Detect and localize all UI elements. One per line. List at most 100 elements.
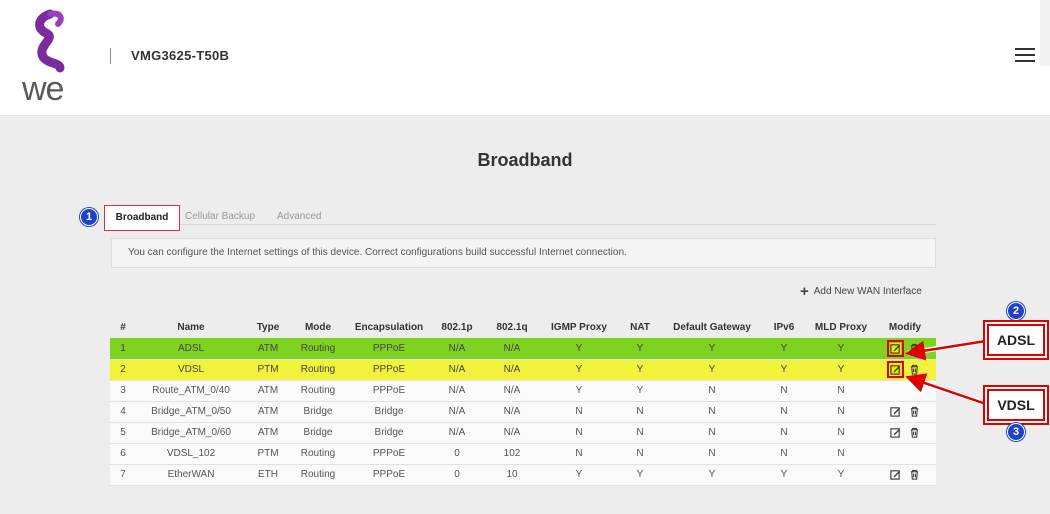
cell-name: VDSL: [136, 359, 246, 381]
col-header-nat: NAT: [630, 321, 650, 333]
cell-8021q: N/A: [482, 422, 542, 444]
trash-icon[interactable]: [909, 343, 920, 354]
col-header-mode: Mode: [304, 321, 332, 333]
trash-icon[interactable]: [909, 364, 920, 375]
tab-advanced[interactable]: Advanced: [277, 205, 321, 231]
model-name: VMG3625-T50B: [131, 48, 230, 63]
cell-igmp: N: [542, 401, 616, 423]
cell-num: 1: [110, 338, 136, 360]
cell-nat: N: [616, 443, 664, 465]
col-header-8021p: 802.1p: [441, 321, 473, 333]
cell-nat: Y: [616, 338, 664, 360]
cell-mld: Y: [808, 338, 874, 360]
table-row: 3 Route_ATM_0/40 ATM Routing PPPoE N/A N…: [110, 380, 936, 402]
edit-icon[interactable]: [890, 427, 901, 438]
cell-encap: PPPoE: [346, 359, 432, 381]
col-header-ipv6: IPv6: [773, 321, 795, 333]
cell-8021p: 0: [432, 443, 482, 465]
tab-cellular-backup[interactable]: Cellular Backup: [185, 205, 255, 231]
cell-modify: [874, 380, 936, 402]
cell-num: 7: [110, 464, 136, 486]
callout-adsl: ADSL: [987, 324, 1045, 356]
col-header-modify: Modify: [888, 321, 922, 333]
table-row: 6 VDSL_102 PTM Routing PPPoE 0 102 N N N…: [110, 443, 936, 465]
edit-icon[interactable]: [890, 469, 901, 480]
cell-igmp: Y: [542, 359, 616, 381]
info-message: You can configure the Internet settings …: [111, 238, 936, 268]
cell-nat: N: [616, 422, 664, 444]
table-row-adsl: 1 ADSL ATM Routing PPPoE N/A N/A Y Y Y Y…: [110, 338, 936, 360]
cell-mld: Y: [808, 359, 874, 381]
cell-num: 5: [110, 422, 136, 444]
cell-nat: Y: [616, 464, 664, 486]
cell-8021p: N/A: [432, 422, 482, 444]
cell-name: Route_ATM_0/40: [136, 380, 246, 402]
cell-8021q: N/A: [482, 380, 542, 402]
table-row: 5 Bridge_ATM_0/60 ATM Bridge Bridge N/A …: [110, 422, 936, 444]
cell-modify: [874, 401, 936, 423]
cell-num: 6: [110, 443, 136, 465]
cell-name: Bridge_ATM_0/60: [136, 422, 246, 444]
add-wan-interface-button[interactable]: + Add New WAN Interface: [800, 283, 922, 300]
cell-8021p: N/A: [432, 338, 482, 360]
header-divider: [110, 48, 111, 64]
cell-type: ATM: [246, 401, 290, 423]
step-badge-1: 1: [80, 208, 98, 226]
cell-type: ATM: [246, 380, 290, 402]
cell-8021p: N/A: [432, 359, 482, 381]
cell-encap: PPPoE: [346, 464, 432, 486]
cell-igmp: N: [542, 422, 616, 444]
cell-gateway: N: [664, 380, 760, 402]
table-row: 4 Bridge_ATM_0/50 ATM Bridge Bridge N/A …: [110, 401, 936, 423]
cell-ipv6: N: [760, 422, 808, 444]
scrollbar[interactable]: [1040, 0, 1050, 66]
cell-type: PTM: [246, 359, 290, 381]
cell-mode: Routing: [290, 359, 346, 381]
cell-mode: Routing: [290, 443, 346, 465]
trash-icon[interactable]: [909, 427, 920, 438]
cell-modify: [874, 443, 936, 465]
cell-8021q: N/A: [482, 359, 542, 381]
col-header-8021q: 802.1q: [496, 321, 528, 333]
add-wan-label: Add New WAN Interface: [813, 286, 922, 297]
cell-num: 2: [110, 359, 136, 381]
cell-gateway: N: [664, 401, 760, 423]
cell-encap: PPPoE: [346, 443, 432, 465]
cell-mode: Bridge: [290, 422, 346, 444]
cell-mode: Routing: [290, 464, 346, 486]
cell-num: 3: [110, 380, 136, 402]
cell-8021p: 0: [432, 464, 482, 486]
trash-icon[interactable]: [909, 406, 920, 417]
cell-8021p: N/A: [432, 380, 482, 402]
cell-type: PTM: [246, 443, 290, 465]
cell-nat: N: [616, 401, 664, 423]
cell-mld: N: [808, 380, 874, 402]
edit-icon[interactable]: [887, 339, 904, 357]
cell-nat: Y: [616, 380, 664, 402]
trash-icon[interactable]: [909, 469, 920, 480]
edit-icon[interactable]: [890, 406, 901, 417]
cell-gateway: Y: [664, 359, 760, 381]
cell-igmp: N: [542, 443, 616, 465]
cell-mld: N: [808, 422, 874, 444]
step-badge-3: 3: [1007, 423, 1025, 441]
table-header-row: # Name Type Mode Encapsulation 802.1p 80…: [110, 316, 936, 338]
cell-modify: [874, 359, 936, 381]
cell-ipv6: N: [760, 401, 808, 423]
cell-encap: PPPoE: [346, 380, 432, 402]
cell-ipv6: N: [760, 443, 808, 465]
edit-icon[interactable]: [887, 360, 904, 378]
page-title: Broadband: [477, 150, 573, 170]
tab-broadband[interactable]: Broadband: [104, 205, 180, 231]
cell-name: Bridge_ATM_0/50: [136, 401, 246, 423]
cell-igmp: Y: [542, 338, 616, 360]
hamburger-menu-icon[interactable]: [1015, 48, 1035, 62]
cell-type: ETH: [246, 464, 290, 486]
cell-igmp: Y: [542, 464, 616, 486]
col-header-default-gateway: Default Gateway: [673, 321, 751, 333]
col-header-igmp-proxy: IGMP Proxy: [551, 321, 607, 333]
cell-8021q: 102: [482, 443, 542, 465]
step-badge-2: 2: [1007, 302, 1025, 320]
cell-encap: Bridge: [346, 401, 432, 423]
cell-name: VDSL_102: [136, 443, 246, 465]
